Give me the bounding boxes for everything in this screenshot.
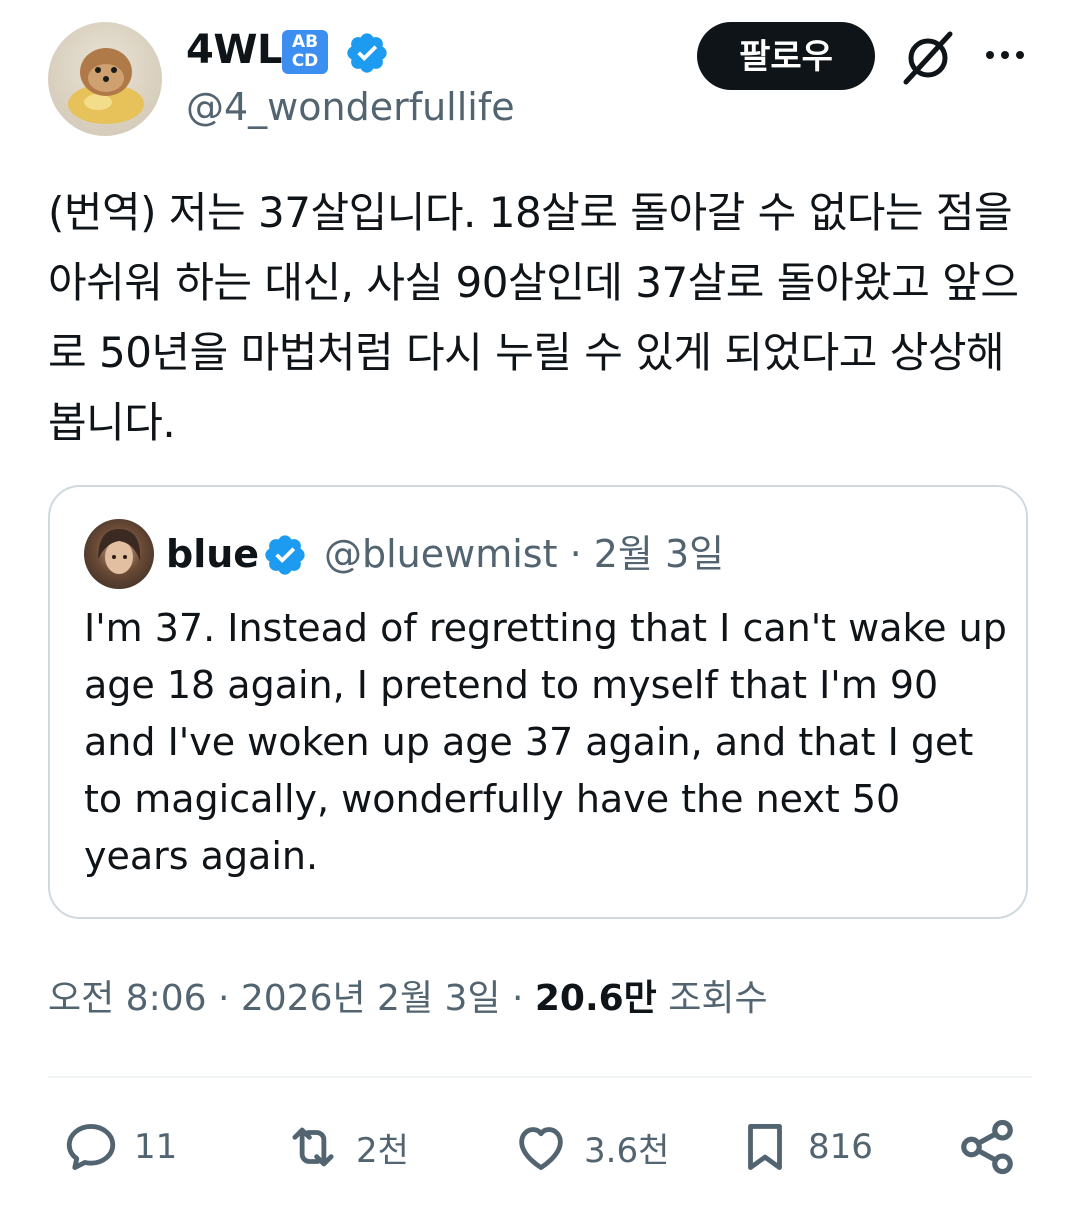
tweet-meta: 오전 8:06 · 2026년 2월 3일 · 20.6만 조회수 <box>48 974 768 1024</box>
timestamp[interactable]: 오전 8:06 · 2026년 2월 3일 · <box>48 978 535 1019</box>
like-button[interactable]: 3.6천 <box>512 1112 669 1182</box>
grok-icon[interactable] <box>898 28 958 88</box>
tweet-text: (번역) 저는 37살입니다. 18살로 돌아갈 수 없다는 점을 아쉬워 하는… <box>48 188 1019 447</box>
author-handle[interactable]: @4_wonderfullife <box>186 82 515 132</box>
verified-badge-icon[interactable] <box>344 30 390 76</box>
repost-count: 2천 <box>356 1130 409 1171</box>
abcd-emoji-icon: AB CD <box>282 30 328 74</box>
quoted-author-avatar[interactable] <box>84 519 154 589</box>
like-count: 3.6천 <box>584 1130 670 1171</box>
quoted-author-name[interactable]: blue <box>166 528 259 580</box>
view-count: 20.6만 <box>534 978 657 1019</box>
more-options-icon[interactable] <box>983 40 1027 70</box>
repost-button[interactable]: 2천 <box>284 1112 409 1182</box>
repost-icon <box>292 1127 334 1167</box>
quoted-tweet-text: I'm 37. Instead of regretting that I can… <box>84 606 1007 878</box>
view-label: 조회수 <box>656 978 768 1019</box>
reply-button[interactable]: 11 <box>62 1112 177 1182</box>
reply-icon <box>66 1124 116 1170</box>
heart-icon <box>519 1127 563 1170</box>
quoted-handle-date: @bluewmist · 2월 3일 <box>324 532 725 576</box>
quoted-verified-badge-icon <box>265 535 305 575</box>
divider <box>48 1076 1032 1078</box>
bookmark-count: 816 <box>808 1127 873 1167</box>
reply-count: 11 <box>134 1127 178 1167</box>
author-avatar[interactable] <box>48 22 162 136</box>
bookmark-icon <box>748 1124 782 1170</box>
share-icon[interactable] <box>956 1116 1018 1178</box>
follow-button[interactable]: 팔로우 <box>697 22 875 90</box>
author-display-name[interactable]: 4WL <box>186 24 282 76</box>
bookmark-button[interactable]: 816 <box>736 1112 873 1182</box>
